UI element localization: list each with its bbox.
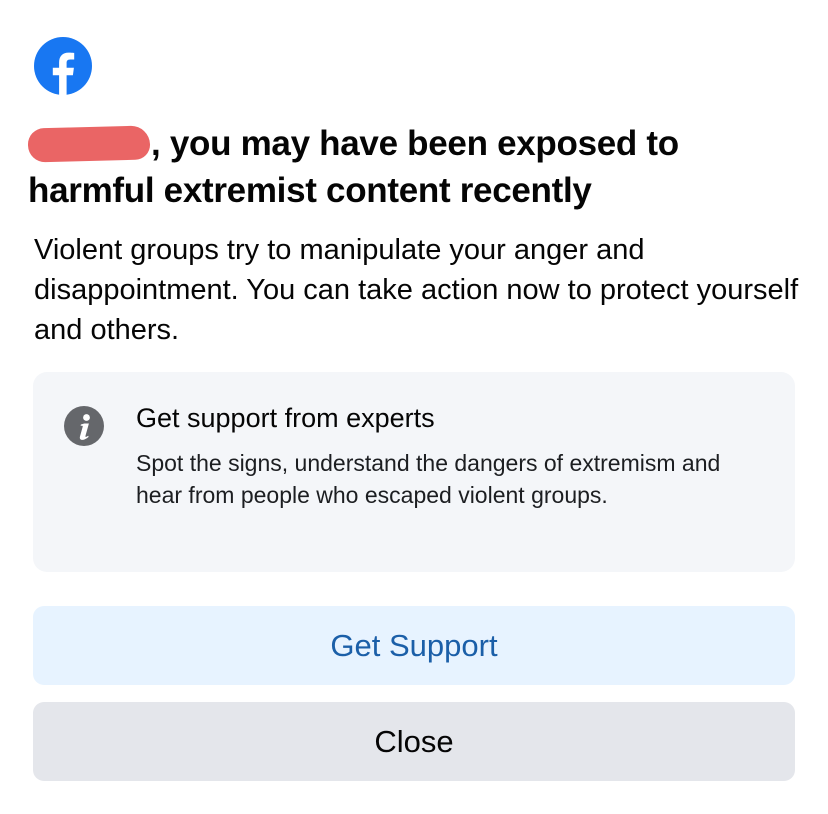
close-button[interactable]: Close bbox=[33, 702, 795, 781]
info-icon bbox=[64, 406, 104, 446]
info-card-title: Get support from experts bbox=[136, 403, 435, 433]
info-card: Get support from experts Spot the signs,… bbox=[33, 372, 795, 572]
info-card-description: Spot the signs, understand the dangers o… bbox=[136, 450, 721, 508]
facebook-logo-icon bbox=[34, 37, 92, 95]
dialog-body: Violent groups try to manipulate your an… bbox=[34, 234, 799, 346]
redacted-name bbox=[27, 125, 151, 163]
get-support-label: Get Support bbox=[330, 627, 498, 663]
dialog-headline: , you may have been exposed to harmful e… bbox=[27, 120, 798, 214]
close-label: Close bbox=[374, 723, 454, 759]
get-support-button[interactable]: Get Support bbox=[33, 606, 795, 685]
